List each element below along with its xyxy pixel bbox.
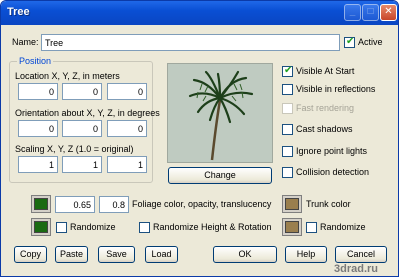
copy-button[interactable]: Copy [14, 246, 47, 263]
paste-button[interactable]: Paste [55, 246, 88, 263]
trunk-color-swatch [285, 198, 299, 210]
orientation-x-input[interactable] [18, 120, 58, 137]
location-label: Location X, Y, Z, in meters [15, 71, 120, 81]
foliage-color-swatch-2 [34, 221, 48, 233]
visible-in-reflections-checkbox[interactable] [282, 84, 293, 95]
foliage-label: Foliage color, opacity, translucency [132, 199, 272, 209]
scaling-y-input[interactable] [62, 156, 102, 173]
foliage-randomize-label: Randomize [70, 222, 116, 232]
change-button[interactable]: Change [168, 167, 272, 184]
name-label: Name: [12, 37, 39, 47]
ignore-point-lights-label: Ignore point lights [296, 146, 368, 156]
trunk-randomize-checkbox[interactable] [306, 222, 317, 233]
foliage-translucency-input[interactable] [99, 196, 129, 213]
visible-at-start-label: Visible At Start [296, 66, 355, 76]
trunk-label: Trunk color [306, 199, 351, 209]
visible-in-reflections-label: Visible in reflections [296, 84, 376, 94]
ok-button[interactable]: OK [213, 246, 277, 263]
title-bar[interactable]: Tree _ □ ✕ [1, 1, 398, 25]
location-z-input[interactable] [107, 83, 147, 100]
maximize-button[interactable]: □ [362, 4, 379, 21]
foliage-color-button[interactable] [31, 195, 51, 213]
minimize-button[interactable]: _ [344, 4, 361, 21]
trunk-randomize-label: Randomize [320, 222, 366, 232]
randomize-height-rotation-checkbox[interactable] [139, 222, 150, 233]
foliage-color-swatch [34, 198, 48, 210]
active-checkbox[interactable] [344, 36, 355, 48]
location-y-input[interactable] [62, 83, 102, 100]
name-input[interactable] [41, 34, 340, 51]
visible-at-start-checkbox[interactable] [282, 65, 293, 77]
foliage-randomize-checkbox[interactable] [56, 222, 67, 233]
tree-preview [167, 63, 273, 163]
trunk-color-button-2[interactable] [282, 218, 302, 236]
scaling-z-input[interactable] [107, 156, 147, 173]
fast-rendering-checkbox[interactable] [282, 103, 293, 114]
foliage-color-button-2[interactable] [31, 218, 51, 236]
collision-detection-label: Collision detection [296, 167, 370, 177]
scaling-x-input[interactable] [18, 156, 58, 173]
orientation-y-input[interactable] [62, 120, 102, 137]
close-button[interactable]: ✕ [380, 4, 397, 21]
cast-shadows-checkbox[interactable] [282, 124, 293, 135]
load-button[interactable]: Load [145, 246, 178, 263]
location-x-input[interactable] [18, 83, 58, 100]
ignore-point-lights-checkbox[interactable] [282, 146, 293, 157]
foliage-opacity-input[interactable] [55, 196, 95, 213]
active-label: Active [358, 37, 383, 47]
trunk-color-swatch-2 [285, 221, 299, 233]
orientation-label: Orientation about X, Y, Z, in degrees [15, 108, 160, 118]
trunk-color-button[interactable] [282, 195, 302, 213]
position-group-title: Position [17, 56, 54, 66]
cast-shadows-label: Cast shadows [296, 124, 353, 134]
scaling-label: Scaling X, Y, Z (1.0 = original) [15, 144, 134, 154]
fast-rendering-label: Fast rendering [296, 103, 355, 113]
help-button[interactable]: Help [285, 246, 327, 263]
randomize-height-rotation-label: Randomize Height & Rotation [153, 222, 272, 232]
save-button[interactable]: Save [98, 246, 135, 263]
watermark-text: 3drad.ru [334, 263, 379, 275]
cancel-button[interactable]: Cancel [335, 246, 387, 263]
collision-detection-checkbox[interactable] [282, 167, 293, 178]
palm-tree-image [188, 70, 254, 161]
orientation-z-input[interactable] [107, 120, 147, 137]
window-title: Tree [7, 6, 30, 18]
tree-dialog: Tree _ □ ✕ Name: Active Position Locatio… [0, 0, 399, 277]
